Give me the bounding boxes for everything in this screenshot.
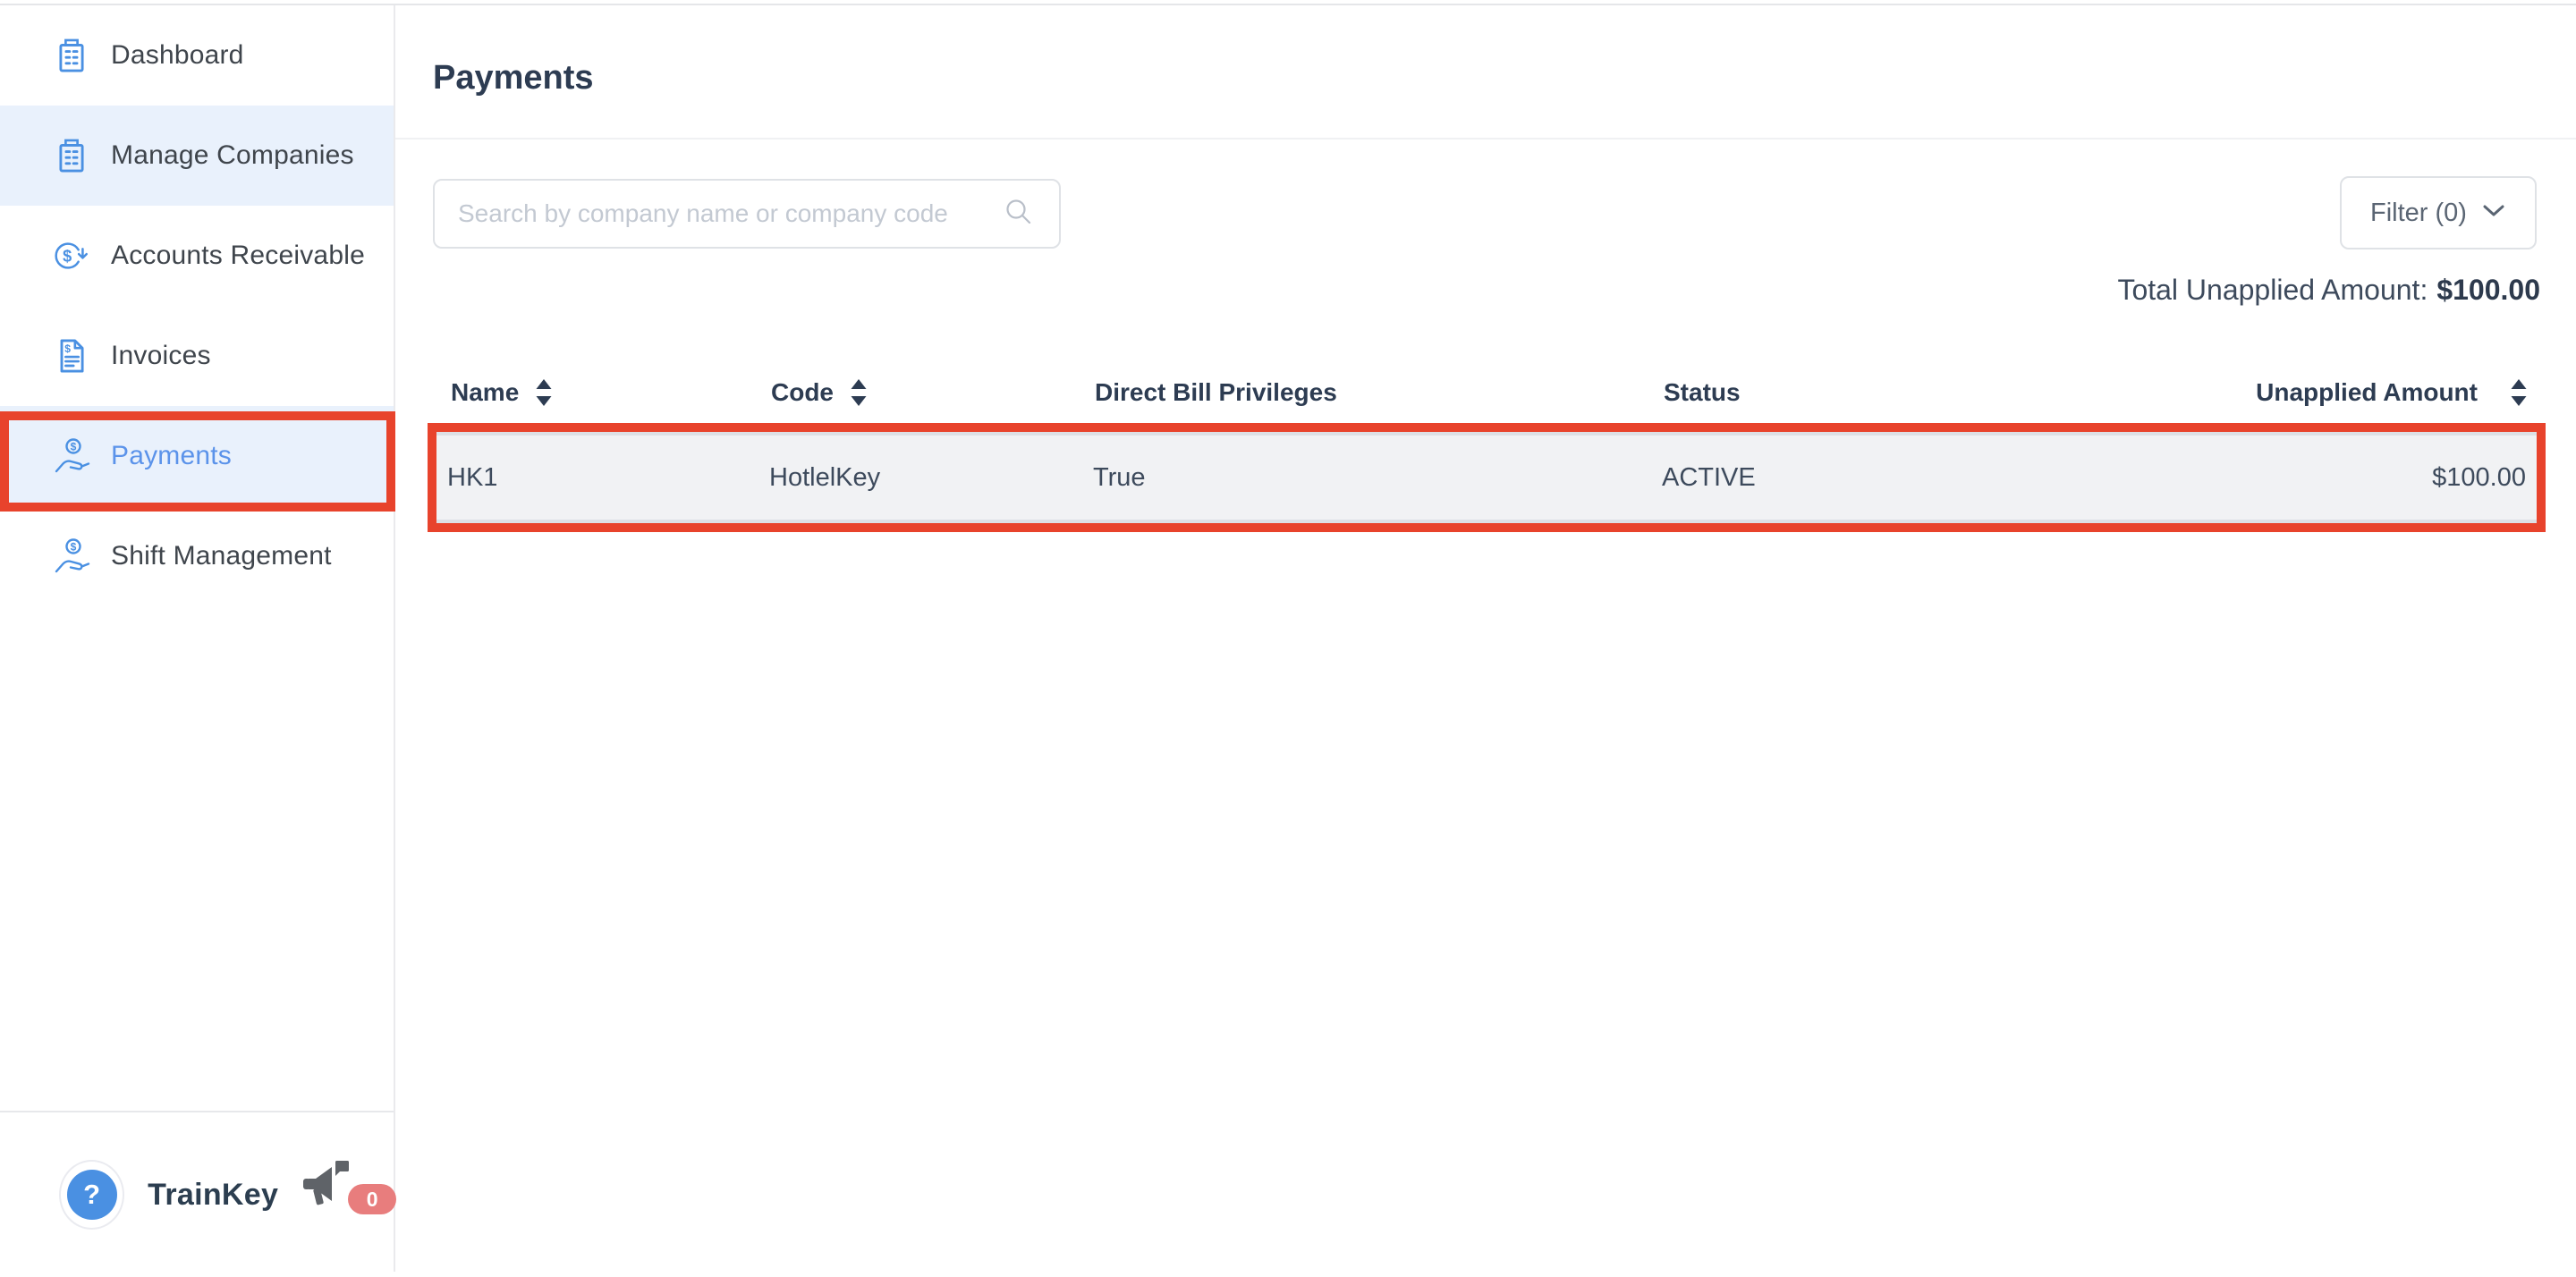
cell-code: HotlelKey [769, 463, 1093, 493]
sidebar-item-payments[interactable]: $ Payments [0, 406, 394, 506]
cell-name: HK1 [447, 463, 769, 493]
svg-text:$: $ [71, 541, 77, 554]
sidebar-item-accounts-receivable[interactable]: $ Accounts Receivable [0, 206, 394, 306]
hand-coin-icon: $ [52, 537, 91, 576]
sidebar-item-label: Manage Companies [111, 140, 354, 171]
page-title: Payments [433, 59, 594, 97]
header-divider [395, 138, 2576, 140]
brand-logo-text: TrainKey [148, 1178, 278, 1213]
table-body: HK1 HotlelKey True ACTIVE $100.00 [395, 401, 2576, 579]
table-row[interactable]: HK1 HotlelKey True ACTIVE $100.00 [436, 432, 2537, 523]
sidebar-nav: Dashboard Manage Companies [0, 5, 394, 606]
svg-text:$: $ [64, 343, 71, 355]
sidebar-item-manage-companies[interactable]: Manage Companies [0, 106, 394, 206]
sidebar-item-label: Accounts Receivable [111, 241, 365, 271]
announcements-button[interactable]: 0 [301, 1159, 394, 1230]
help-button[interactable]: ? [59, 1160, 124, 1230]
total-value: $100.00 [2436, 274, 2540, 306]
sidebar-item-shift-management[interactable]: $ Shift Management [0, 506, 394, 606]
dollar-receive-icon: $ [52, 236, 91, 275]
total-label: Total Unapplied Amount: [2117, 274, 2428, 306]
sidebar-item-label: Dashboard [111, 40, 244, 71]
sidebar-item-invoices[interactable]: $ Invoices [0, 306, 394, 406]
building-icon [52, 136, 91, 175]
sidebar-footer: ? TrainKey 0 [0, 1111, 394, 1277]
total-unapplied-amount: Total Unapplied Amount:$100.00 [2117, 274, 2540, 307]
sidebar: Dashboard Manage Companies [0, 5, 395, 1272]
filter-button[interactable]: Filter (0) [2340, 176, 2537, 249]
sidebar-item-label: Shift Management [111, 541, 332, 571]
sidebar-item-label: Invoices [111, 341, 211, 371]
svg-text:$: $ [63, 248, 72, 266]
cell-direct-bill-privileges: True [1093, 463, 1662, 493]
notification-badge: 0 [348, 1184, 396, 1214]
svg-text:$: $ [71, 441, 77, 453]
filter-button-label: Filter (0) [2370, 199, 2467, 228]
search-icon [1004, 197, 1043, 232]
cell-unapplied-amount: $100.00 [2109, 463, 2526, 493]
main-content: Payments Filter (0) Total Unapplied Amou… [395, 5, 2576, 1272]
chevron-down-icon [2481, 203, 2506, 224]
building-icon [52, 36, 91, 75]
search-box [433, 179, 1061, 249]
cell-status: ACTIVE [1662, 463, 2109, 493]
question-mark-icon: ? [67, 1170, 117, 1220]
sidebar-item-dashboard[interactable]: Dashboard [0, 5, 394, 106]
hand-coin-icon: $ [52, 436, 91, 476]
search-input[interactable] [435, 181, 1004, 247]
invoice-icon: $ [52, 336, 91, 376]
sidebar-item-label: Payments [111, 441, 232, 471]
